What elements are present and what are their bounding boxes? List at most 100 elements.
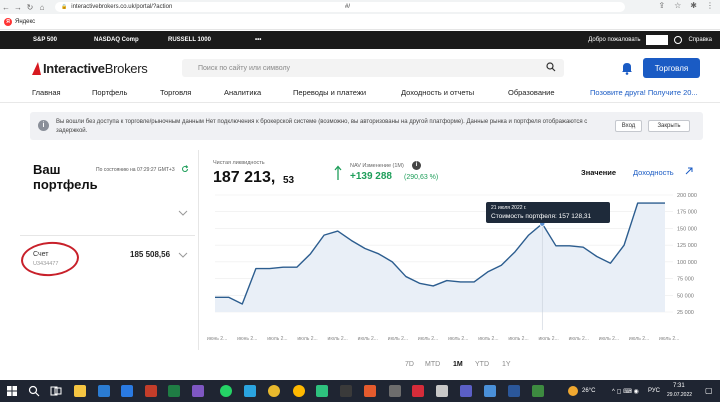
portfolio-value-chart[interactable]: 200 000 175 000 150 000 125 000 100 000 75 00… (205, 190, 715, 345)
app-icon-indigo[interactable] (460, 385, 472, 397)
app-icon-purple[interactable] (192, 385, 204, 397)
app-icon-light[interactable] (436, 385, 448, 397)
login-button[interactable]: Вход (615, 120, 642, 132)
app-icon-darkgreen[interactable] (532, 385, 544, 397)
mail-icon[interactable] (98, 385, 110, 397)
whatsapp-icon[interactable] (220, 385, 232, 397)
x-tick-label: июль 2... (328, 336, 348, 342)
home-icon[interactable]: ⌂ (36, 3, 48, 12)
nav-education[interactable]: Образование (508, 88, 555, 97)
telegram-icon[interactable] (244, 385, 256, 397)
app-icon-green[interactable] (316, 385, 328, 397)
liquidity-label: Чистая ликвидность (213, 160, 265, 166)
site-header: Interactive Brokers Поиск по сайту или си… (0, 49, 720, 85)
app-icon-blue[interactable] (484, 385, 496, 397)
liquidity-decimals: 53 (283, 175, 295, 186)
app-icon-red2[interactable] (412, 385, 424, 397)
windows-taskbar: 26°C ^ ◻ ⌨ ◉ РУС 7:31 29.07.2022 ▢ (0, 380, 720, 402)
nav-trading[interactable]: Торговля (160, 88, 191, 97)
app-icon-red[interactable] (145, 385, 157, 397)
toggle-value[interactable]: Значение (581, 168, 616, 177)
search-icon[interactable] (28, 385, 40, 397)
x-tick-label: июль 2... (418, 336, 438, 342)
y-tick-label: 50 000 (677, 293, 694, 299)
x-tick-label: июль 2... (599, 336, 619, 342)
account-chevron-icon[interactable] (178, 252, 188, 258)
period-mtd[interactable]: MTD (425, 361, 440, 368)
language-indicator[interactable]: РУС (648, 388, 660, 394)
share-icon[interactable]: ⇪ (658, 1, 665, 10)
expand-icon[interactable] (685, 167, 693, 175)
period-7d[interactable]: 7D (405, 361, 414, 368)
toggle-return[interactable]: Доходность (633, 168, 674, 177)
terminal-icon[interactable] (340, 385, 352, 397)
logo-text-regular: Brokers (104, 61, 148, 76)
extensions-icon[interactable]: ✱ (690, 1, 697, 10)
x-tick-label: июль 2... (388, 336, 408, 342)
app-icon-orange[interactable] (364, 385, 376, 397)
menu-icon[interactable]: ⋮ (706, 1, 714, 10)
nav-portfolio[interactable]: Портфель (92, 88, 127, 97)
logo-mark-icon (32, 62, 41, 75)
url-hash: #/ (345, 4, 351, 10)
windows-start-icon[interactable] (6, 385, 18, 397)
nav-reports[interactable]: Доходность и отчеты (401, 88, 474, 97)
search-input[interactable]: Поиск по сайту или символу (182, 59, 564, 77)
lock-icon: 🔒 (61, 4, 68, 10)
period-1m[interactable]: 1M (453, 361, 463, 368)
title-line1: Ваш (33, 162, 61, 177)
liquidity-value: 187 213, (213, 169, 276, 186)
x-tick-label: июнь 2... (207, 336, 227, 342)
back-icon[interactable]: ← (0, 3, 12, 12)
app-icon-navy[interactable] (508, 385, 520, 397)
title-line2: портфель (33, 177, 98, 192)
y-tick-label: 125 000 (677, 243, 697, 249)
ticker-nasdaq[interactable]: NASDAQ Comp (94, 37, 139, 43)
reload-icon[interactable]: ↻ (24, 3, 36, 12)
ticker-russell[interactable]: RUSSELL 1000 (168, 37, 211, 43)
period-ytd[interactable]: YTD (475, 361, 489, 368)
nav-refer-friend[interactable]: Позовите друга! Получите 20... (590, 88, 698, 97)
ticker-bar: S&P 500 NASDAQ Comp RUSSELL 1000 ••• Доб… (0, 31, 720, 49)
weather-icon[interactable] (568, 386, 578, 396)
x-tick-label: июль 2... (538, 336, 558, 342)
file-explorer-icon[interactable] (74, 385, 86, 397)
task-view-icon[interactable] (50, 385, 62, 397)
app-icon-gray[interactable] (389, 385, 401, 397)
clock-date[interactable]: 29.07.2022 (667, 392, 692, 398)
chevron-down-icon[interactable] (178, 210, 188, 216)
clock-time[interactable]: 7:31 (673, 383, 685, 389)
search-icon[interactable] (546, 62, 556, 72)
x-tick-label: июль 2... (448, 336, 468, 342)
nav-home[interactable]: Главная (32, 88, 61, 97)
excel-icon[interactable] (168, 385, 180, 397)
bell-icon[interactable] (620, 61, 634, 75)
browser-icon[interactable] (293, 385, 305, 397)
trade-button[interactable]: Торговля (643, 58, 700, 78)
forward-icon[interactable]: → (12, 3, 24, 12)
close-button[interactable]: Закрыть (648, 120, 690, 132)
user-icon[interactable] (674, 36, 683, 44)
chrome-icon[interactable] (268, 385, 280, 397)
nav-info-icon[interactable]: i (412, 161, 421, 170)
y-tick-label: 150 000 (677, 226, 697, 232)
notification-icon[interactable]: ▢ (705, 386, 713, 395)
y-tick-label: 100 000 (677, 260, 697, 266)
word-icon[interactable] (121, 385, 133, 397)
ib-logo[interactable]: Interactive Brokers (32, 61, 148, 76)
help-link[interactable]: Справка (688, 37, 712, 43)
ticker-sp500[interactable]: S&P 500 (33, 37, 57, 43)
welcome-text: Добро пожаловать (588, 37, 641, 43)
y-tick-label: 175 000 (677, 210, 697, 216)
period-1y[interactable]: 1Y (502, 361, 511, 368)
nav-analytics[interactable]: Аналитика (224, 88, 261, 97)
address-bar[interactable]: 🔒 interactivebrokers.co.uk/portal/?actio… (55, 2, 625, 12)
bookmark-yandex[interactable]: Яндекс (15, 19, 35, 25)
notice-text: Вы вошли без доступа к торговле/рыночным… (56, 119, 588, 134)
star-icon[interactable]: ☆ (674, 1, 681, 10)
refresh-icon[interactable] (181, 165, 189, 173)
tray-icons[interactable]: ^ ◻ ⌨ ◉ (612, 388, 639, 395)
nav-transfers[interactable]: Переводы и платежи (293, 88, 366, 97)
portfolio-sidebar: Ваш портфель По состоянию на 07:29:27 GM… (0, 150, 200, 360)
ticker-more[interactable]: ••• (255, 37, 261, 43)
